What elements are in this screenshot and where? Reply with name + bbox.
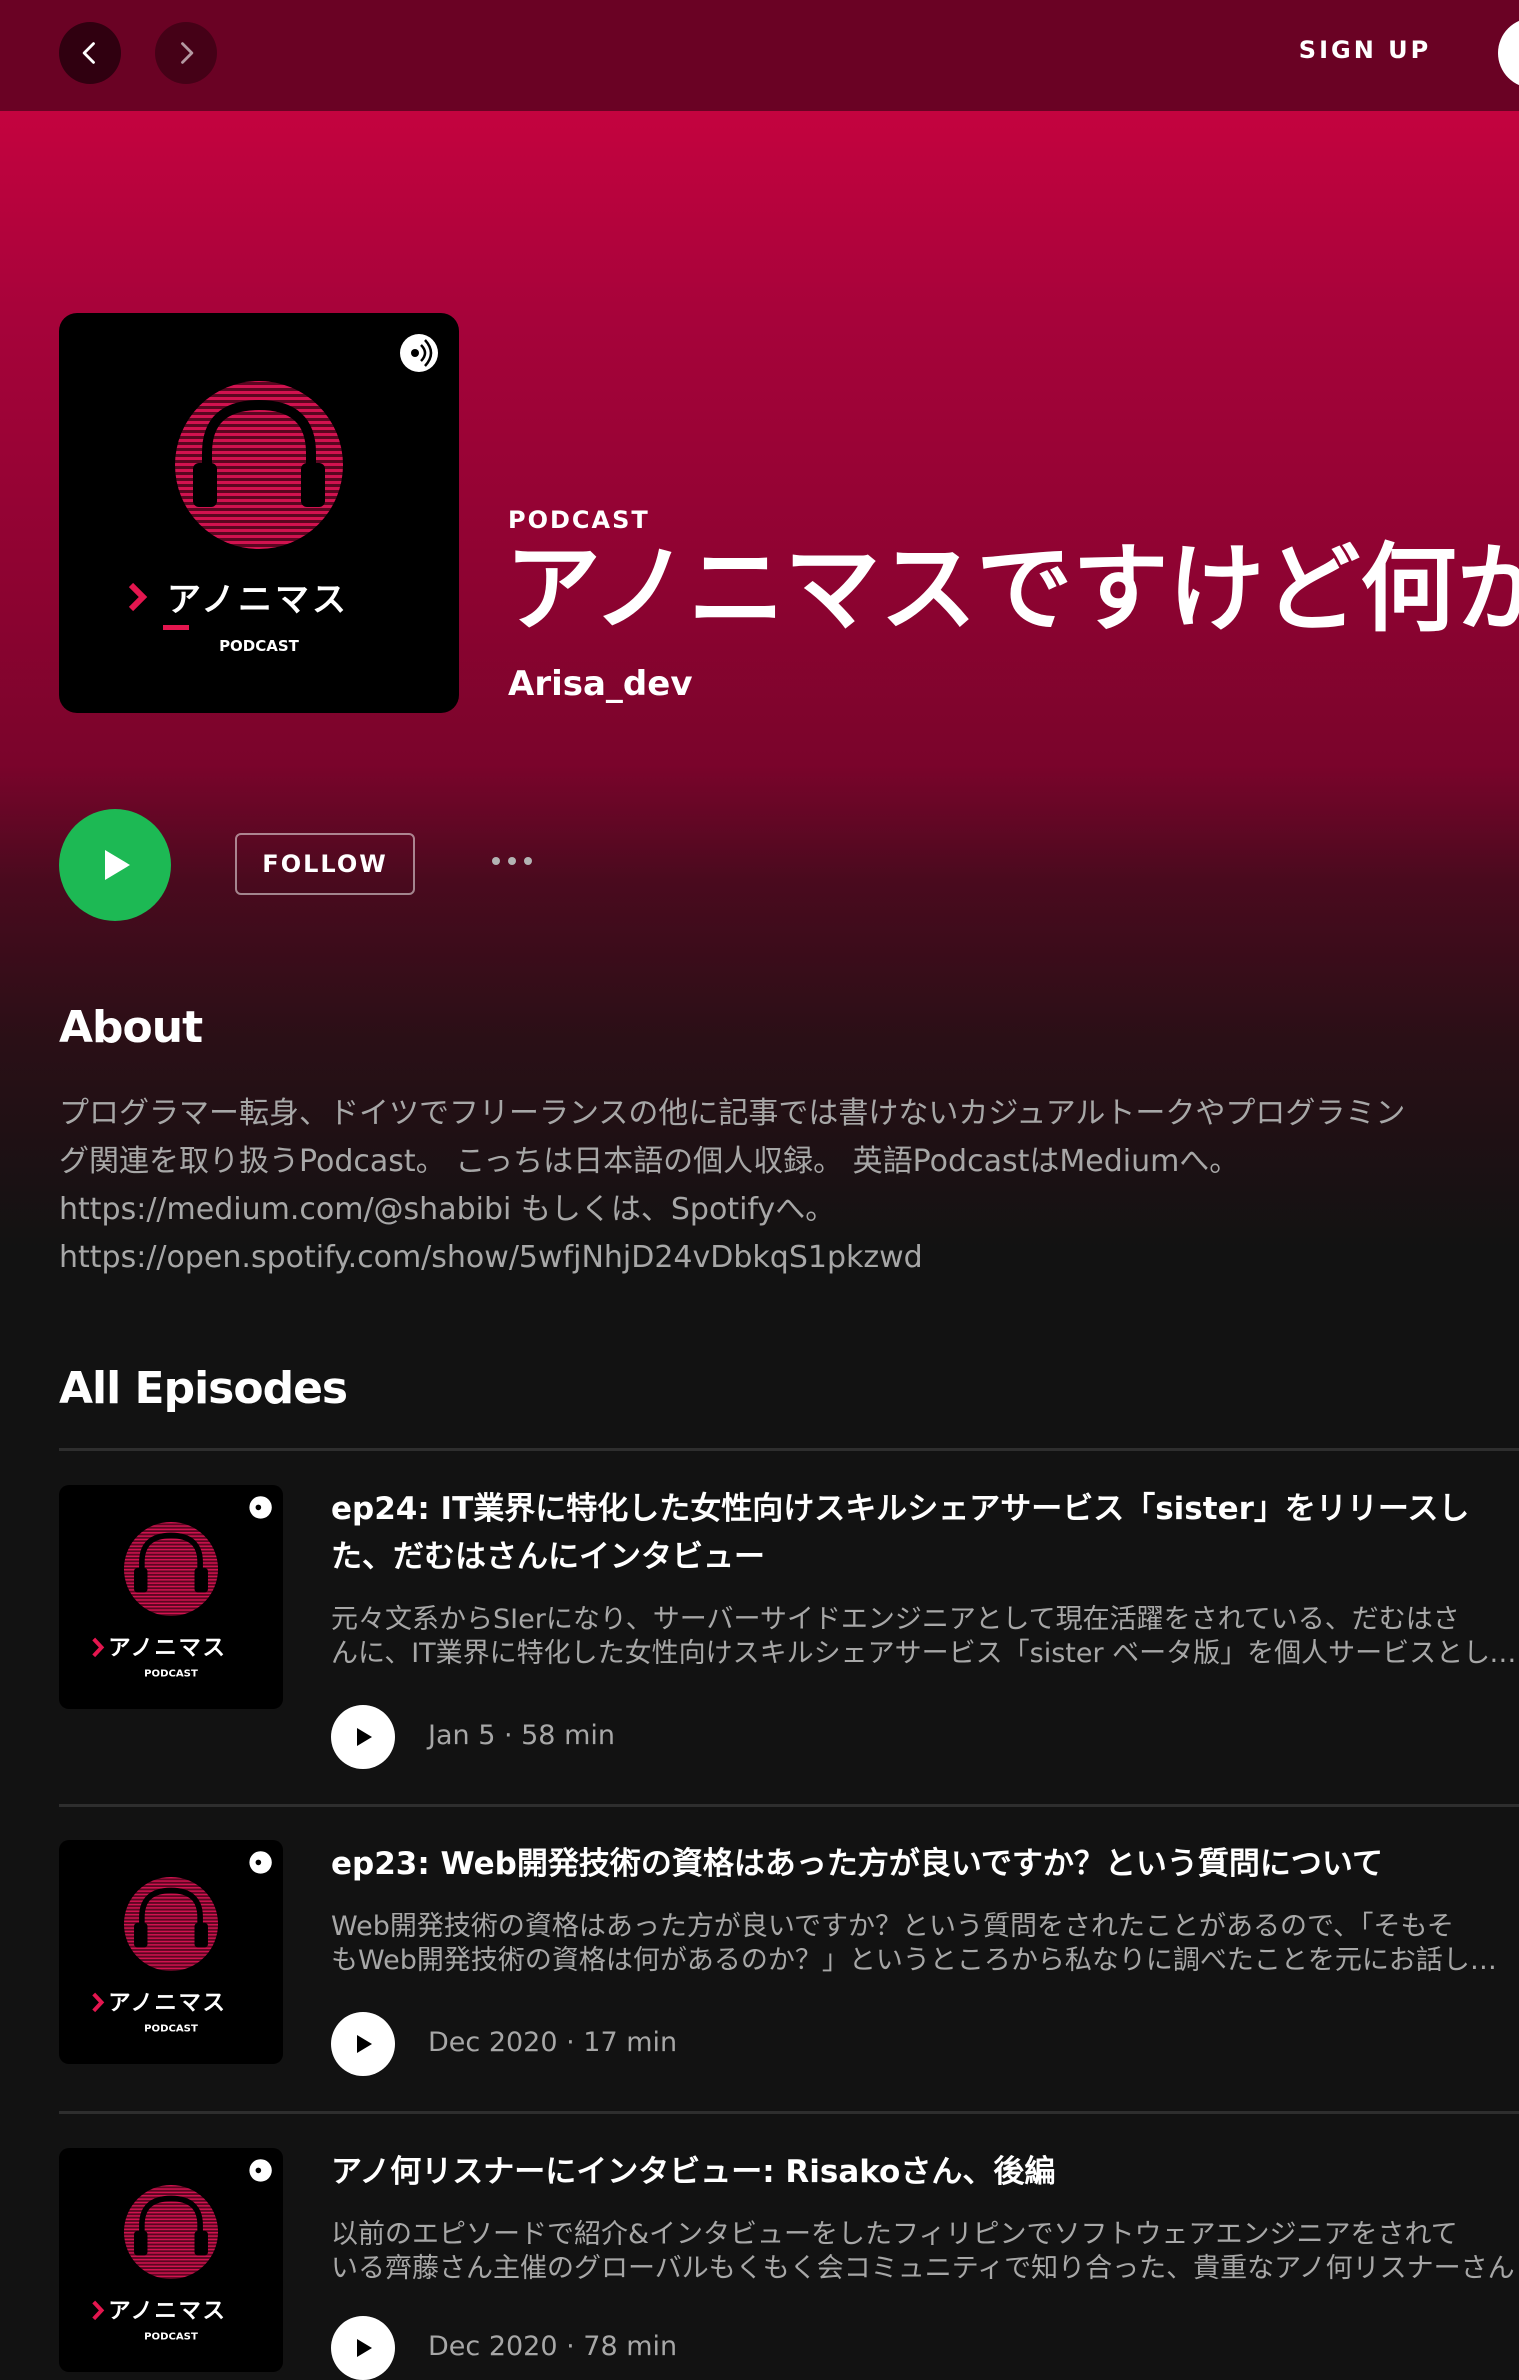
follow-button[interactable]: FOLLOW [235,833,415,895]
episode-play-button[interactable] [331,2012,395,2076]
divider [59,1804,1519,1807]
back-button[interactable] [59,22,121,84]
episode-title[interactable]: ep24: IT業界に特化した女性向けスキルシェアサービス「sister」をリリ… [331,1485,1519,1581]
log-in-button[interactable] [1498,18,1519,88]
thumb-brand-sub: PODCAST [144,2332,198,2343]
episode-description: 元々文系からSIerになり、サーバーサイドエンジニアとして現在活躍をされている、… [331,1603,1519,1671]
thumb-brand-sub: PODCAST [144,1669,198,1680]
episode-description: 以前のエピソードで紹介&インタビューをしたフィリピンでソフトウェアエンジニアをさ… [331,2218,1519,2286]
episode-row[interactable]: アノニマス PODCAST ep24: IT業界に特化した女性向けスキルシェアサ… [59,1485,1519,1785]
episode-title-line: ep23: Web開発技術の資格はあった方が良いですか？という質問について [331,1846,1383,1882]
episode-title-line: アノ何リスナーにインタビュー: Risakoさん、後編 [331,2154,1056,2190]
play-button[interactable] [59,809,171,921]
episode-meta: Dec 2020 · 78 min [428,2331,678,2362]
more-options-button[interactable] [480,845,544,877]
top-bar: SIGN UP [0,0,1519,111]
show-title: アノニマスですけど何か [505,533,1519,645]
show-type-label: PODCAST [508,506,650,534]
episode-desc-line: 元々文系からSIerになり、サーバーサイドエンジニアとして現在活躍をされている、… [331,1604,1460,1635]
episode-description: Web開発技術の資格はあった方が良いですか？という質問をされたことがあるので、「… [331,1910,1519,1978]
episode-meta: Jan 5 · 58 min [428,1720,615,1751]
episode-row[interactable]: アノニマス PODCAST ep23: Web開発技術の資格はあった方が良いです… [59,1840,1519,2100]
about-heading: About [59,1002,203,1053]
show-cover-art: アノニマス PODCAST [59,313,459,713]
all-episodes-heading: All Episodes [59,1363,348,1414]
episode-desc-line: Web開発技術の資格はあった方が良いですか？という質問をされたことがあるので、「… [331,1911,1454,1942]
play-icon [357,1728,372,1746]
thumb-brand-text: アノニマス [108,2298,226,2324]
about-line: プログラマー転身、ドイツでフリーランスの他に記事では書けないカジュアルトークやプ… [59,1096,1406,1131]
divider [59,1448,1519,1451]
chevron-left-icon [82,42,95,64]
episode-title-line: ep24: IT業界に特化した女性向けスキルシェアサービス「sister」をリリ… [331,1491,1470,1527]
chevron-right-icon [181,42,194,64]
episode-title-line: た、だむはさんにインタビュー [331,1539,765,1575]
about-link-spotify[interactable]: https://open.spotify.com/show/5wfjNhjD24… [59,1234,1499,1282]
episode-thumbnail: アノニマス PODCAST [59,1485,283,1709]
play-icon [357,2035,372,2053]
episode-meta: Dec 2020 · 17 min [428,2027,678,2058]
episode-desc-line: いる齊藤さん主催のグローバルもくもく会コミュニティで知り合った、貴重なアノ何リス… [331,2253,1515,2284]
episode-desc-line: もWeb開発技術の資格は何があるのか？」というところから私なりに調べたことを元に… [331,1945,1519,1976]
episode-desc-line: んに、IT業界に特化した女性向けスキルシェアサービス「sister ベータ版」を… [331,1638,1519,1669]
episode-title[interactable]: ep23: Web開発技術の資格はあった方が良いですか？という質問について [331,1840,1519,1888]
divider [59,2111,1519,2114]
more-dot-icon [492,857,500,865]
episode-play-button[interactable] [331,2316,395,2380]
thumb-brand-text: アノニマス [108,1990,226,2016]
episode-desc-line: 以前のエピソードで紹介&インタビューをしたフィリピンでソフトウェアエンジニアをさ… [331,2219,1458,2250]
play-icon [105,850,130,880]
episode-thumbnail: アノニマス PODCAST [59,1840,283,2064]
episode-title[interactable]: アノ何リスナーにインタビュー: Risakoさん、後編 [331,2148,1519,2196]
about-description: プログラマー転身、ドイツでフリーランスの他に記事では書けないカジュアルトークやプ… [59,1090,1499,1282]
about-link-medium[interactable]: https://medium.com/@shabibi もしくは、Spotify… [59,1186,1499,1234]
episode-thumbnail: アノニマス PODCAST [59,2148,283,2372]
forward-button[interactable] [155,22,217,84]
episode-row[interactable]: アノニマス PODCAST アノ何リスナーにインタビュー: Risakoさん、後… [59,2148,1519,2380]
publisher-link[interactable]: Arisa_dev [508,664,692,704]
play-icon [357,2339,372,2357]
sign-up-button[interactable]: SIGN UP [1290,36,1440,64]
podcast-badge-icon [400,334,438,372]
about-line: グ関連を取り扱うPodcast。 こっちは日本語の個人収録。 英語Podcast… [59,1144,1240,1179]
episode-play-button[interactable] [331,1705,395,1769]
cover-brand-text: アノニマス [167,580,349,620]
thumb-brand-sub: PODCAST [144,2024,198,2035]
more-dot-icon [524,857,532,865]
cover-brand-sub: PODCAST [219,637,300,655]
more-dot-icon [508,857,516,865]
thumb-brand-text: アノニマス [108,1635,226,1661]
